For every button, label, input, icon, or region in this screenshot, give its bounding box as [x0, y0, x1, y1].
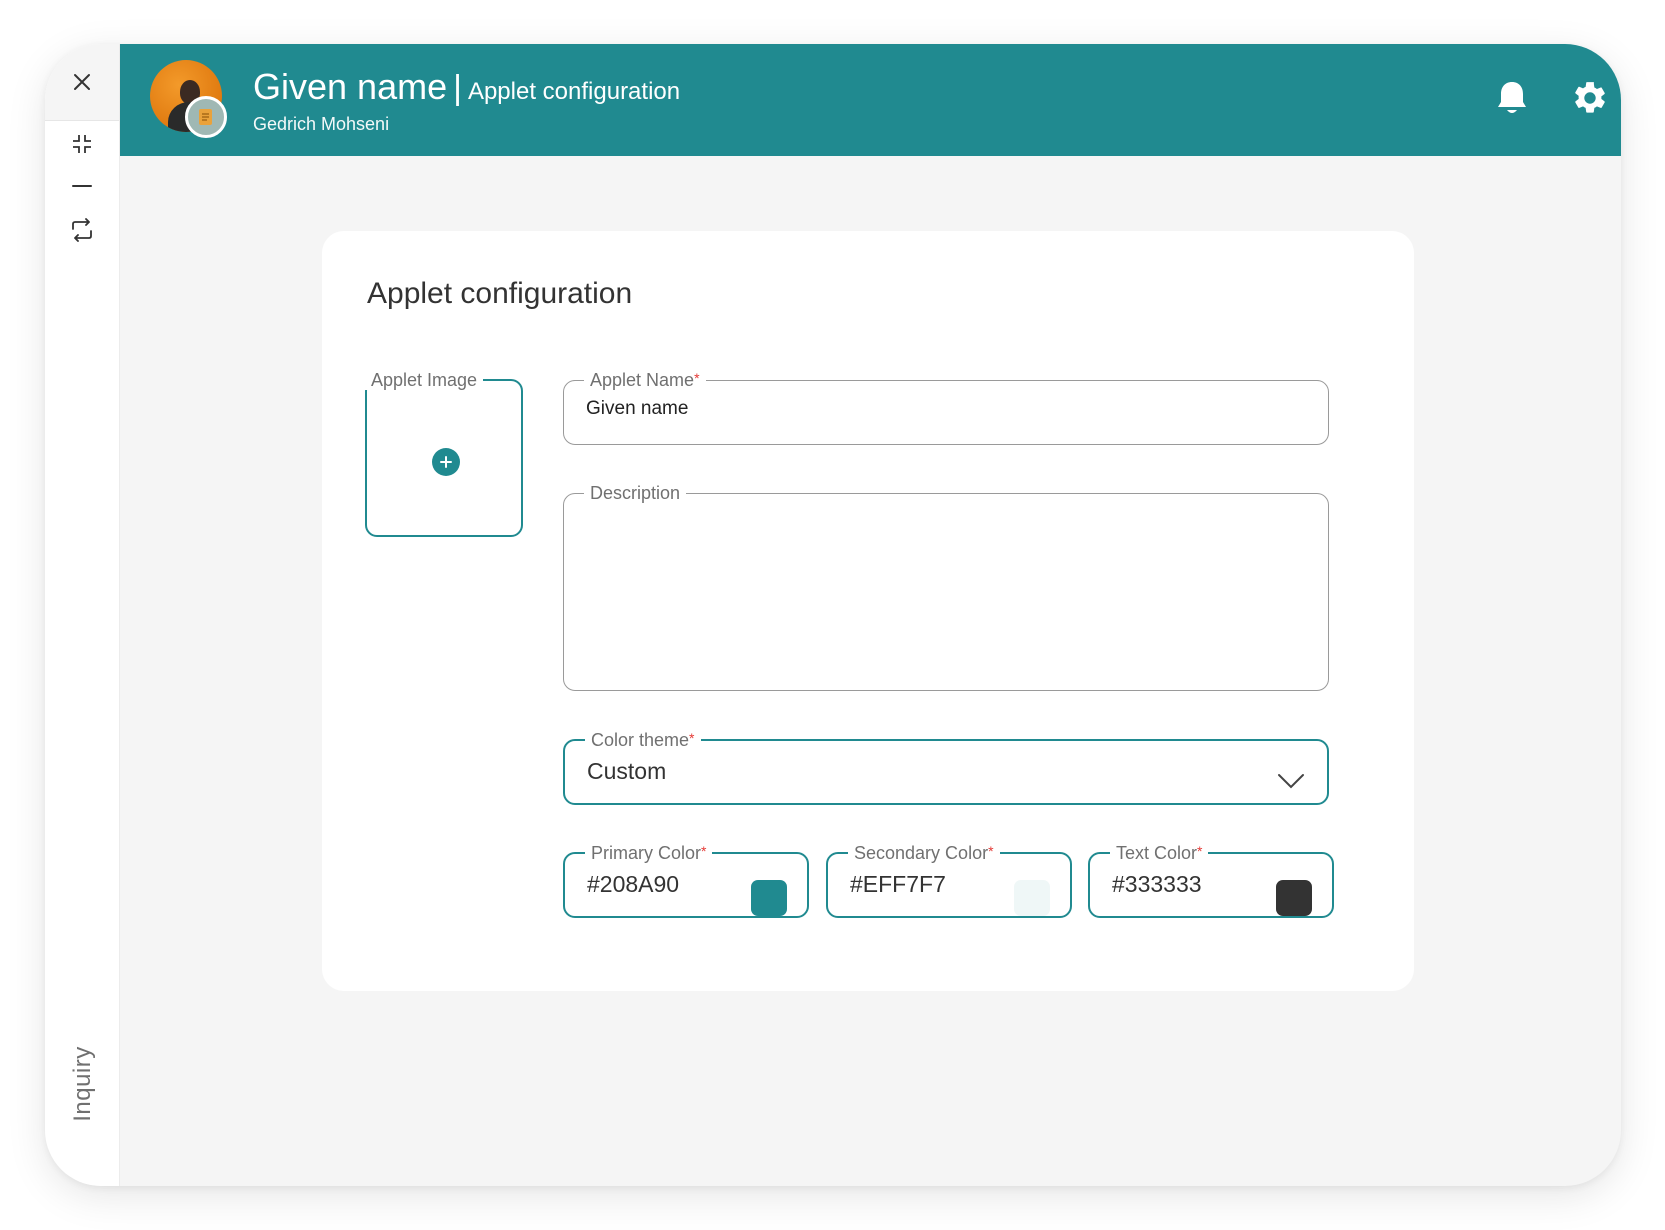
header-title: Given name | Applet configuration — [253, 66, 680, 108]
description-label: Description — [590, 483, 681, 503]
required-marker: * — [701, 843, 707, 859]
applet-name-field[interactable]: Applet Name* Given name — [563, 370, 1329, 445]
app-header: Given name | Applet configuration Gedrich … — [120, 44, 1621, 156]
app-window: Inquiry Given name | Applet configuration … — [45, 44, 1621, 1186]
applet-image-field[interactable]: Applet Image — [365, 370, 523, 537]
user-name: Gedrich Mohseni — [253, 114, 390, 134]
title-separator: | — [453, 69, 462, 107]
applet-badge-icon — [185, 96, 227, 138]
minimize-button[interactable] — [45, 166, 119, 206]
close-icon — [74, 74, 90, 90]
gear-icon — [1575, 82, 1605, 113]
inquiry-tab-label: Inquiry — [69, 1046, 97, 1122]
text-color-field[interactable]: Text Color* #333333 — [1088, 843, 1334, 918]
close-zone — [45, 44, 119, 121]
notifications-button[interactable] — [1492, 78, 1532, 118]
primary-color-swatch[interactable] — [751, 880, 787, 916]
chevron-down-icon[interactable] — [1277, 772, 1305, 790]
switch-button[interactable] — [45, 210, 119, 250]
applet-image-label: Applet Image — [371, 370, 478, 390]
switch-icon — [72, 218, 92, 242]
secondary-color-swatch[interactable] — [1014, 880, 1050, 916]
required-marker: * — [1197, 843, 1203, 859]
applet-name-input[interactable]: Given name — [586, 398, 1306, 420]
page-subtitle: Applet configuration — [467, 78, 681, 105]
add-image-button[interactable] — [432, 448, 460, 476]
collapse-icon — [73, 135, 91, 153]
card-title: Applet configuration — [367, 277, 633, 310]
description-field[interactable]: Description — [563, 483, 1329, 691]
settings-button[interactable] — [1570, 78, 1610, 118]
inquiry-tab[interactable]: Inquiry — [53, 1024, 113, 1144]
plus-circle-icon — [440, 456, 452, 468]
bell-icon — [1498, 82, 1526, 113]
applet-name-label: Applet Name — [590, 370, 695, 390]
primary-color-field[interactable]: Primary Color* #208A90 — [563, 843, 809, 918]
color-theme-label: Color theme — [591, 730, 690, 750]
scroll-icon — [199, 109, 212, 125]
secondary-color-field[interactable]: Secondary Color* #EFF7F7 — [826, 843, 1072, 918]
color-theme-select[interactable]: Color theme* Custom — [563, 730, 1329, 805]
text-color-label: Text Color — [1116, 843, 1198, 863]
collapse-button[interactable] — [45, 124, 119, 164]
required-marker: * — [689, 730, 695, 746]
required-marker: * — [694, 370, 700, 386]
required-marker: * — [988, 843, 994, 859]
text-color-swatch[interactable] — [1276, 880, 1312, 916]
color-theme-value: Custom — [587, 758, 667, 784]
side-rail: Inquiry — [45, 44, 120, 1186]
minimize-icon — [72, 185, 92, 187]
primary-color-label: Primary Color — [591, 843, 702, 863]
secondary-color-label: Secondary Color — [854, 843, 989, 863]
applet-title: Given name — [253, 66, 448, 107]
close-button[interactable] — [45, 62, 119, 102]
config-card: Applet configuration Applet Image Applet… — [322, 231, 1414, 991]
